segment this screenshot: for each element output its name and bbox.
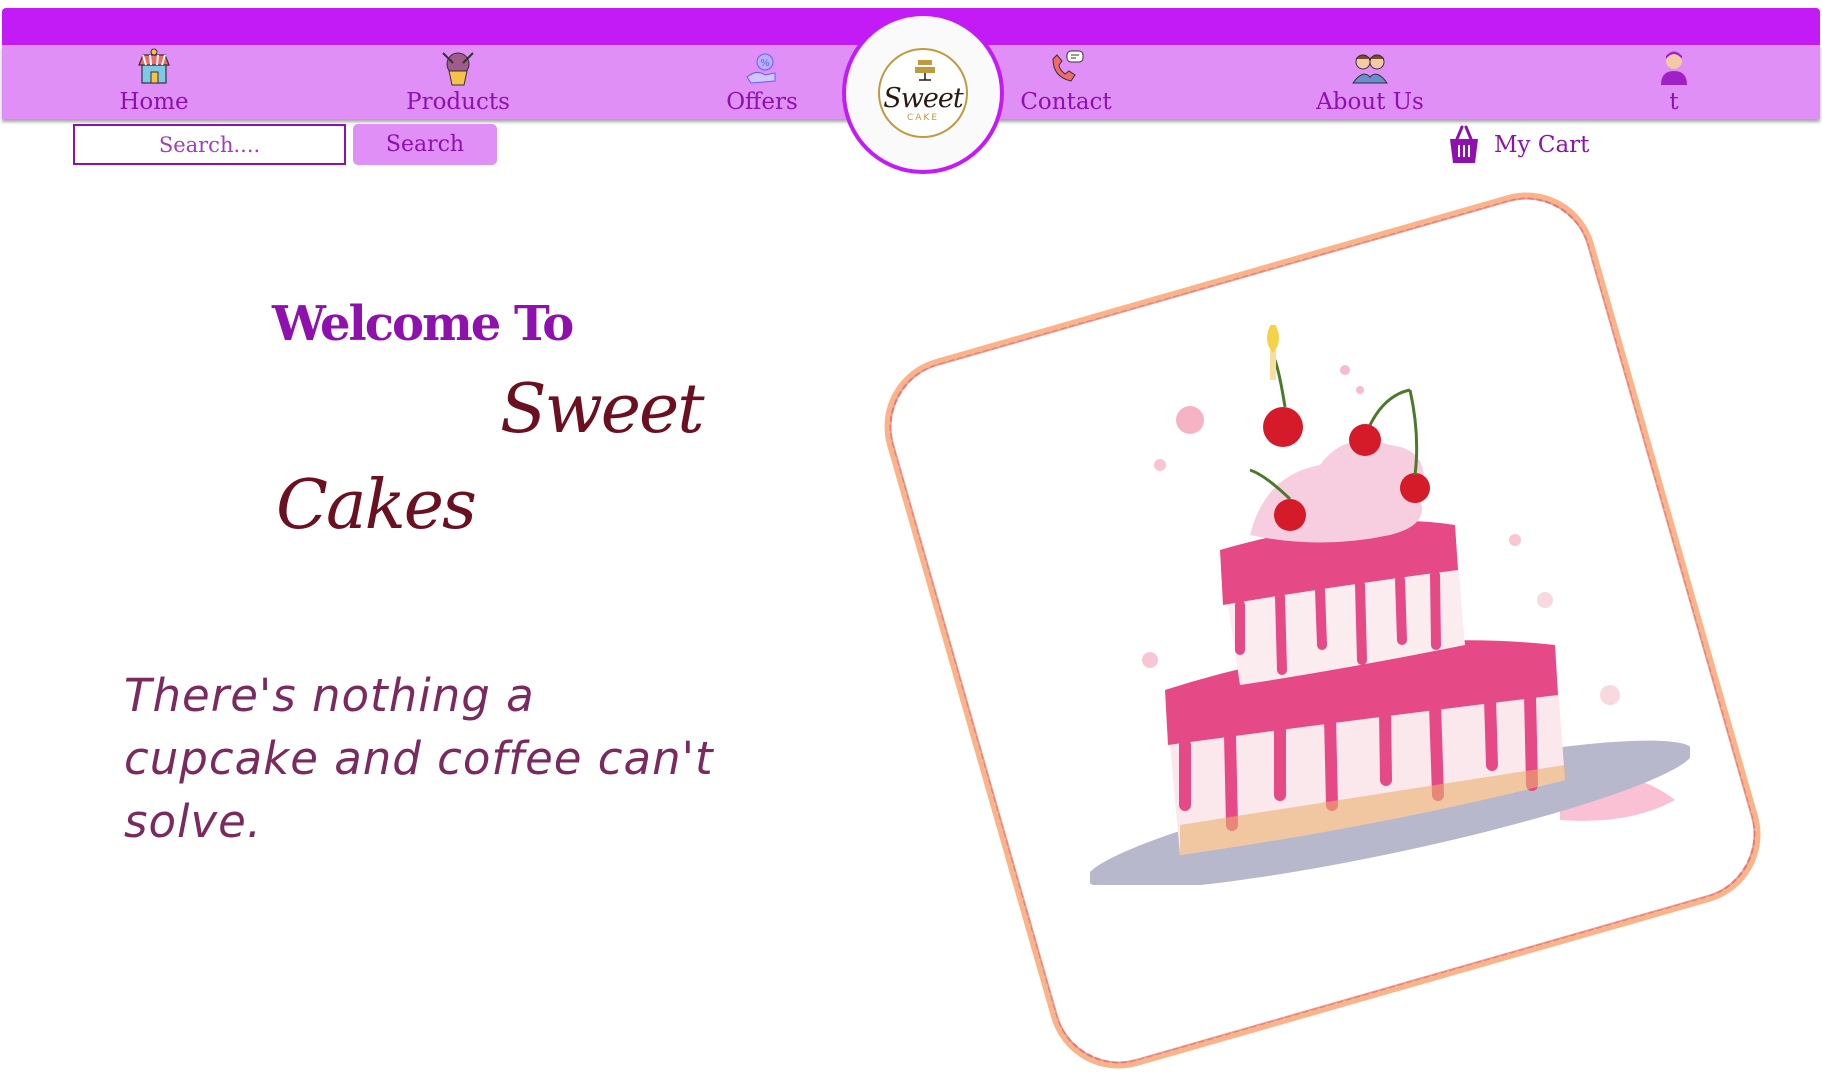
logo-subword: CAKE: [906, 113, 940, 123]
svg-text:%: %: [760, 58, 770, 69]
storefront-icon: [138, 48, 170, 84]
team-icon: [1352, 54, 1388, 84]
nav-user-label: t: [1669, 89, 1679, 115]
hero-title-cakes: Cakes: [276, 466, 477, 545]
cupcake-icon: [442, 52, 474, 86]
logo-word: Sweet: [883, 83, 963, 114]
user-icon: [1661, 51, 1687, 85]
hero-tagline: There's nothing a cupcake and coffee can…: [124, 669, 714, 848]
nav-home[interactable]: Home: [54, 45, 254, 119]
nav-products-label: Products: [406, 89, 510, 115]
nav-products[interactable]: Products: [358, 45, 558, 119]
nav-offers[interactable]: % Offers: [662, 45, 862, 119]
cake-stand-icon: [915, 60, 935, 81]
nav-offers-label: Offers: [726, 89, 798, 115]
my-cart-link[interactable]: My Cart: [1448, 124, 1589, 166]
phone-chat-icon: [1052, 50, 1084, 82]
nav-about-label: About Us: [1316, 89, 1424, 115]
brand-logo[interactable]: Sweet CAKE: [842, 12, 1004, 174]
nav-user[interactable]: t: [1574, 45, 1774, 119]
search-input[interactable]: [73, 124, 346, 165]
logo-badge: Sweet CAKE: [878, 48, 968, 138]
basket-icon: [1450, 125, 1478, 163]
cake-illustration: [1090, 325, 1690, 885]
cart-label: My Cart: [1494, 132, 1590, 158]
search-button[interactable]: Search: [353, 124, 497, 165]
nav-home-label: Home: [119, 89, 189, 115]
hero-title-sweet: Sweet: [500, 370, 705, 449]
welcome-heading: Welcome To: [272, 296, 574, 352]
offer-hand-icon: %: [746, 53, 776, 84]
nav-about[interactable]: About Us: [1270, 45, 1470, 119]
